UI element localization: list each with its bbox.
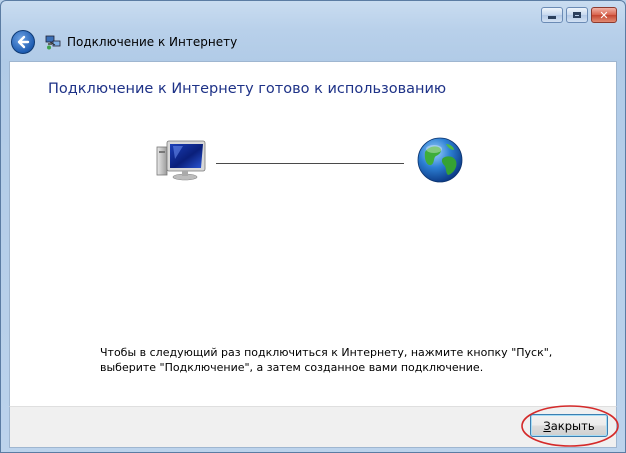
connection-line [216,163,404,164]
window-title: Подключение к Интернету [67,35,238,49]
back-arrow-icon [17,35,30,49]
caption-buttons: ✕ [541,7,617,23]
close-button[interactable]: Закрыть [530,414,608,437]
content-panel: Подключение к Интернету готово к использ… [9,61,617,406]
minimize-button[interactable] [541,7,563,23]
back-button[interactable] [11,30,35,54]
close-button-accesskey: З [543,418,551,433]
instructions-line-2: выберите "Подключение", а затем созданно… [100,361,484,374]
close-button-label: акрыть [550,418,595,433]
close-icon: ✕ [599,8,609,22]
computer-icon [156,140,206,181]
network-connection-icon [45,35,61,50]
maximize-button[interactable] [566,7,588,23]
footer-bar [9,406,617,448]
nav-bar: Подключение к Интернету [11,29,237,55]
maximize-icon [573,12,581,18]
wizard-window: ✕ Подключение к Интернету Подключение к … [0,0,626,453]
close-window-button[interactable]: ✕ [591,7,617,23]
page-heading: Подключение к Интернету готово к использ… [48,81,447,97]
minimize-icon [548,16,556,19]
instructions-line-1: Чтобы в следующий раз подключиться к Инт… [100,346,553,359]
globe-icon [417,137,463,183]
instructions-text: Чтобы в следующий раз подключиться к Инт… [100,345,552,375]
